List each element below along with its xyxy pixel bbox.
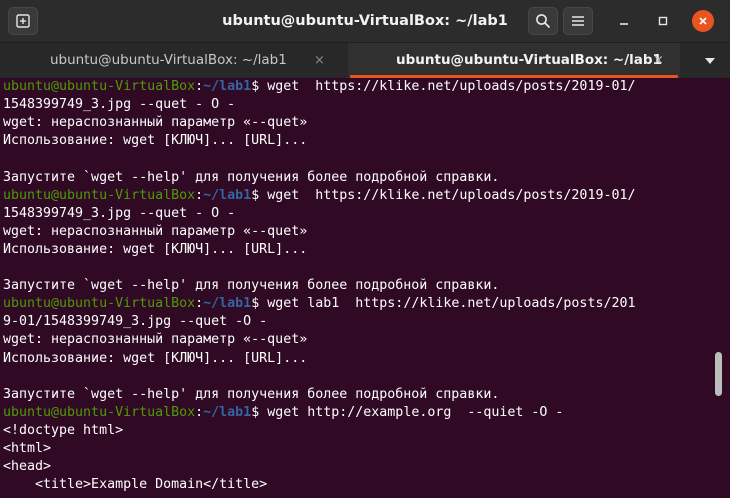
prompt-separator: : [195,79,204,94]
output-line: Запустите `wget --help' для получения бо… [3,169,500,185]
header-bar: ubuntu@ubuntu-VirtualBox: ~/lab1 [0,0,730,42]
output-line: wget: нераспознанный параметр «--quet» [3,115,308,131]
tab-terminal-1[interactable]: ubuntu@ubuntu-VirtualBox: ~/lab1 × [0,43,345,78]
prompt-separator: : [195,404,204,420]
chevron-down-icon [705,58,715,64]
command-text: wget lab1 https://klike.net/uploads/post… [259,296,636,312]
search-icon [536,14,550,28]
prompt-separator: : [195,296,204,312]
tab-close-button[interactable]: × [314,43,325,78]
prompt-user: ubuntu@ubuntu-VirtualBox [3,187,196,203]
command-text: wget http://example.org --quiet -O - [259,404,564,420]
output-line: Запустите `wget --help' для получения бо… [3,386,500,402]
output-line: Запустите `wget --help' для получения бо… [3,278,500,294]
output-line: 9-01/1548399749_3.jpg --quet -O - [3,314,268,330]
output-line: <head> [3,459,52,475]
tabs-menu-button[interactable] [702,53,718,69]
output-line: <!doctype html> [3,422,124,438]
maximize-button[interactable] [652,10,674,32]
output-line: Использование: wget [КЛЮЧ]... [URL]... [3,350,308,366]
terminal-output[interactable]: ubuntu@ubuntu-VirtualBox:~/lab1$ wget ht… [0,78,715,498]
tab-terminal-2[interactable]: ubuntu@ubuntu-VirtualBox: ~/lab1 × [348,43,680,78]
close-icon [699,17,707,25]
prompt-user: ubuntu@ubuntu-VirtualBox [3,404,196,420]
output-line: 1548399749_3.jpg --quet - O - [3,205,236,221]
command-text: wget https://klike.net/uploads/posts/201… [259,79,636,94]
output-line: wget: нераспознанный параметр «--quet» [3,332,308,348]
prompt-path: ~/lab1 [203,187,252,203]
prompt-line: ubuntu@ubuntu-VirtualBox:~/lab1$ wget ht… [3,404,563,422]
tab-label: ubuntu@ubuntu-VirtualBox: ~/lab1 [396,52,662,68]
prompt-line: ubuntu@ubuntu-VirtualBox:~/lab1$ wget ht… [3,187,635,205]
prompt-user: ubuntu@ubuntu-VirtualBox [3,79,196,94]
prompt-line: ubuntu@ubuntu-VirtualBox:~/lab1$ wget ht… [3,78,635,96]
tab-label: ubuntu@ubuntu-VirtualBox: ~/lab1 [50,52,287,68]
prompt-separator: : [195,187,204,203]
minimize-icon [620,23,628,25]
output-line: Использование: wget [КЛЮЧ]... [URL]... [3,133,308,149]
hamburger-menu-icon [572,16,584,26]
prompt-path: ~/lab1 [203,79,252,94]
maximize-icon [658,16,668,26]
command-text: wget https://klike.net/uploads/posts/201… [259,187,636,203]
prompt-line: ubuntu@ubuntu-VirtualBox:~/lab1$ wget la… [3,295,635,313]
hamburger-menu-button[interactable] [563,7,593,35]
prompt-path: ~/lab1 [203,296,252,312]
prompt-user: ubuntu@ubuntu-VirtualBox [3,296,196,312]
minimize-button[interactable] [613,10,635,32]
search-button[interactable] [528,7,558,35]
output-line: 1548399749_3.jpg --quet - O - [3,97,236,113]
prompt-path: ~/lab1 [203,404,252,420]
tab-close-button[interactable]: × [653,43,664,78]
output-line: <html> [3,441,52,456]
terminal-window: ubuntu@ubuntu-VirtualBox: ~/lab1 ubuntu@… [0,0,730,498]
close-window-button[interactable] [692,10,714,32]
output-line: Использование: wget [КЛЮЧ]... [URL]... [3,241,308,257]
scrollbar[interactable] [715,352,722,396]
output-line: wget: нераспознанный параметр «--quet» [3,223,308,239]
output-line: <title>Example Domain</title> [3,477,268,493]
tab-bar: ubuntu@ubuntu-VirtualBox: ~/lab1 × ubunt… [0,42,730,78]
